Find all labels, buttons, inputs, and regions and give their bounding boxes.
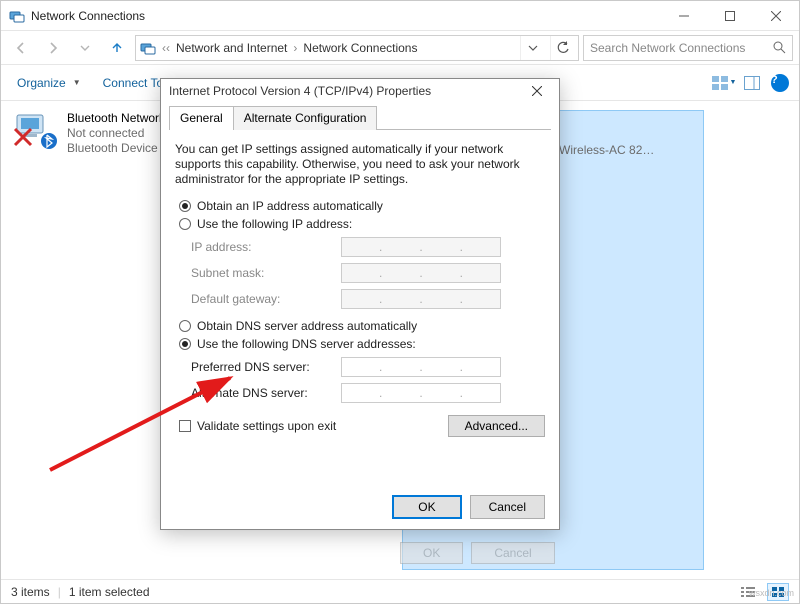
ip-fields: IP address:... Subnet mask:... Default g… bbox=[191, 237, 545, 309]
tab-strip: General Alternate Configuration bbox=[169, 105, 551, 130]
watermark: wsxdn.com bbox=[749, 588, 794, 598]
network-icon bbox=[140, 40, 156, 56]
dialog-footer: OK Cancel bbox=[392, 495, 545, 519]
validate-checkbox[interactable] bbox=[179, 420, 191, 432]
ipv4-properties-dialog: Internet Protocol Version 4 (TCP/IPv4) P… bbox=[160, 78, 560, 530]
titlebar: Network Connections bbox=[1, 1, 799, 31]
underlying-dialog-buttons: OK Cancel bbox=[400, 542, 555, 564]
radio-obtain-ip-auto[interactable]: Obtain an IP address automatically bbox=[179, 199, 545, 213]
underlying-cancel-button: Cancel bbox=[471, 542, 554, 564]
view-options-icon[interactable]: ▼ bbox=[711, 70, 737, 96]
preferred-dns-input[interactable]: ... bbox=[341, 357, 501, 377]
ip-radio-group: Obtain an IP address automatically Use t… bbox=[179, 199, 545, 231]
radio-icon bbox=[179, 320, 191, 332]
tab-alternate-configuration[interactable]: Alternate Configuration bbox=[233, 106, 378, 130]
address-dropdown-icon[interactable] bbox=[520, 36, 544, 60]
alternate-dns-label: Alternate DNS server: bbox=[191, 386, 341, 400]
network-icon bbox=[9, 8, 25, 24]
ip-settings-blurb: You can get IP settings assigned automat… bbox=[175, 142, 545, 187]
ip-address-label: IP address: bbox=[191, 240, 341, 254]
radio-icon bbox=[179, 200, 191, 212]
chevron-right-icon: › bbox=[293, 41, 297, 55]
preview-pane-icon[interactable] bbox=[739, 70, 765, 96]
radio-label: Use the following DNS server addresses: bbox=[197, 337, 416, 351]
dialog-titlebar: Internet Protocol Version 4 (TCP/IPv4) P… bbox=[161, 79, 559, 103]
dialog-title: Internet Protocol Version 4 (TCP/IPv4) P… bbox=[169, 84, 431, 98]
preferred-dns-label: Preferred DNS server: bbox=[191, 360, 341, 374]
refresh-icon[interactable] bbox=[550, 36, 574, 60]
radio-label: Obtain an IP address automatically bbox=[197, 199, 383, 213]
subnet-mask-input: ... bbox=[341, 263, 501, 283]
window-controls bbox=[661, 1, 799, 31]
radio-obtain-dns-auto[interactable]: Obtain DNS server address automatically bbox=[179, 319, 545, 333]
breadcrumb-network-internet[interactable]: Network and Internet bbox=[176, 41, 287, 55]
back-button[interactable] bbox=[7, 34, 35, 62]
address-bar[interactable]: ‹‹ Network and Internet › Network Connec… bbox=[135, 35, 579, 61]
organize-button[interactable]: Organize▼ bbox=[7, 69, 91, 97]
underlying-ok-button: OK bbox=[400, 542, 463, 564]
chevron-down-icon: ▼ bbox=[73, 78, 81, 87]
maximize-button[interactable] bbox=[707, 1, 753, 31]
breadcrumb-network-connections[interactable]: Network Connections bbox=[303, 41, 417, 55]
default-gateway-input: ... bbox=[341, 289, 501, 309]
dns-radio-group: Obtain DNS server address automatically … bbox=[179, 319, 545, 351]
dialog-close-button[interactable] bbox=[523, 81, 551, 101]
alternate-dns-input[interactable]: ... bbox=[341, 383, 501, 403]
chevron-down-icon: ▼ bbox=[730, 79, 737, 86]
status-selected-count: 1 item selected bbox=[69, 585, 150, 599]
validate-row: Validate settings upon exit Advanced... bbox=[179, 415, 545, 437]
recent-button[interactable] bbox=[71, 34, 99, 62]
dns-fields: Preferred DNS server:... Alternate DNS s… bbox=[191, 357, 545, 403]
search-input[interactable]: Search Network Connections bbox=[583, 35, 793, 61]
window-title: Network Connections bbox=[31, 9, 661, 23]
validate-label: Validate settings upon exit bbox=[197, 419, 336, 433]
advanced-button[interactable]: Advanced... bbox=[448, 415, 545, 437]
cancel-button[interactable]: Cancel bbox=[470, 495, 545, 519]
up-button[interactable] bbox=[103, 34, 131, 62]
bluetooth-adapter-icon bbox=[13, 111, 61, 151]
radio-label: Use the following IP address: bbox=[197, 217, 352, 231]
ok-button[interactable]: OK bbox=[392, 495, 461, 519]
radio-label: Obtain DNS server address automatically bbox=[197, 319, 417, 333]
nav-row: ‹‹ Network and Internet › Network Connec… bbox=[1, 31, 799, 65]
radio-icon bbox=[179, 338, 191, 350]
breadcrumb-separator-icon: ‹‹ bbox=[162, 41, 170, 55]
help-icon[interactable]: ? bbox=[767, 70, 793, 96]
subnet-mask-label: Subnet mask: bbox=[191, 266, 341, 280]
close-button[interactable] bbox=[753, 1, 799, 31]
radio-icon bbox=[179, 218, 191, 230]
status-item-count: 3 items bbox=[11, 585, 50, 599]
default-gateway-label: Default gateway: bbox=[191, 292, 341, 306]
ip-address-input: ... bbox=[341, 237, 501, 257]
tab-general[interactable]: General bbox=[169, 106, 234, 130]
radio-use-following-dns[interactable]: Use the following DNS server addresses: bbox=[179, 337, 545, 351]
status-bar: 3 items | 1 item selected bbox=[1, 579, 799, 603]
search-icon bbox=[773, 41, 786, 54]
search-placeholder: Search Network Connections bbox=[590, 41, 745, 55]
forward-button[interactable] bbox=[39, 34, 67, 62]
minimize-button[interactable] bbox=[661, 1, 707, 31]
tab-body: You can get IP settings assigned automat… bbox=[161, 130, 559, 445]
radio-use-following-ip[interactable]: Use the following IP address: bbox=[179, 217, 545, 231]
